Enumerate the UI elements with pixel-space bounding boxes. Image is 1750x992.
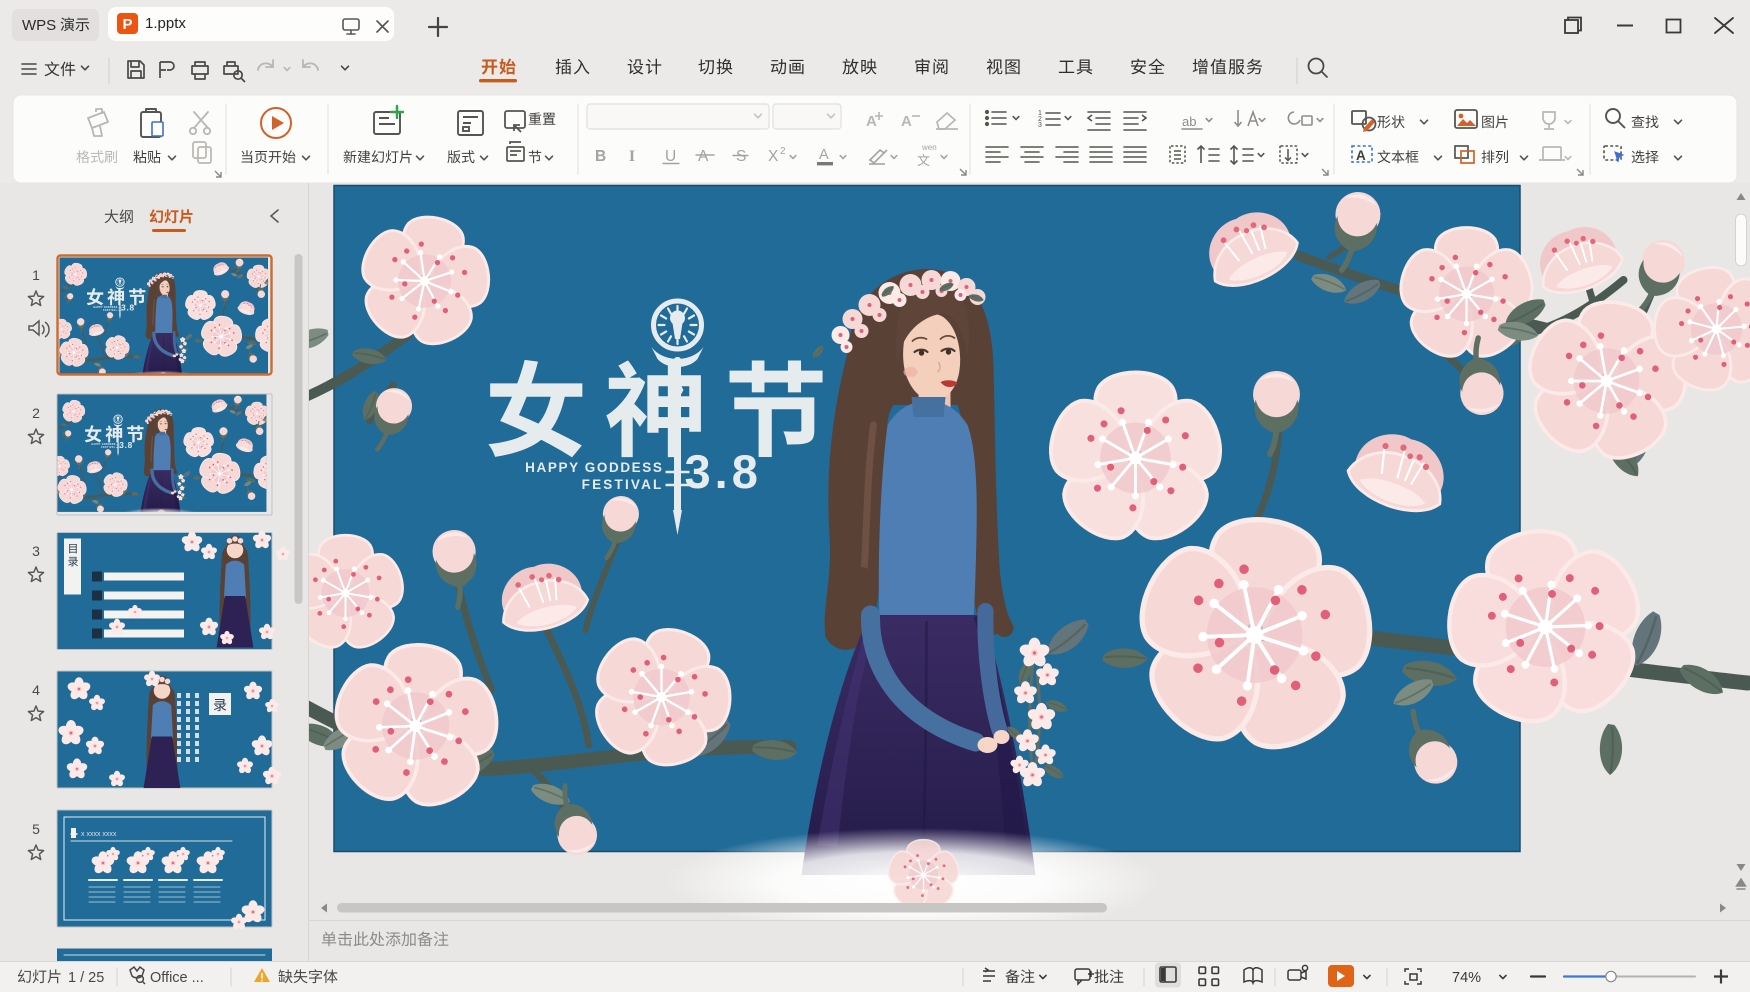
svg-text:ab: ab <box>1182 114 1196 129</box>
svg-text:B: B <box>595 148 606 165</box>
svg-text:WPS: WPS <box>22 17 56 34</box>
svg-text:2: 2 <box>780 146 786 157</box>
svg-text:1.pptx: 1.pptx <box>145 15 186 32</box>
svg-text:P: P <box>122 16 132 33</box>
svg-text:5: 5 <box>32 821 40 837</box>
svg-text:2: 2 <box>32 405 40 421</box>
svg-text:3: 3 <box>32 543 40 559</box>
svg-text:A: A <box>698 148 709 165</box>
svg-text:A: A <box>819 147 829 163</box>
svg-text:3: 3 <box>1038 122 1042 129</box>
svg-text:x xxxx xxxx: x xxxx xxxx <box>81 831 117 838</box>
svg-text:Office ...: Office ... <box>150 970 204 986</box>
svg-text:U: U <box>665 148 676 165</box>
svg-text:4: 4 <box>32 682 40 698</box>
svg-text:1: 1 <box>32 267 40 283</box>
svg-text:S: S <box>736 148 746 165</box>
svg-text:A: A <box>1356 148 1366 163</box>
svg-text:wen: wen <box>921 143 937 152</box>
svg-text:74%: 74% <box>1452 970 1481 986</box>
svg-text:A: A <box>901 113 912 130</box>
svg-text:I: I <box>629 148 635 165</box>
svg-text:X: X <box>768 148 779 165</box>
svg-text:1 / 25: 1 / 25 <box>68 970 104 986</box>
